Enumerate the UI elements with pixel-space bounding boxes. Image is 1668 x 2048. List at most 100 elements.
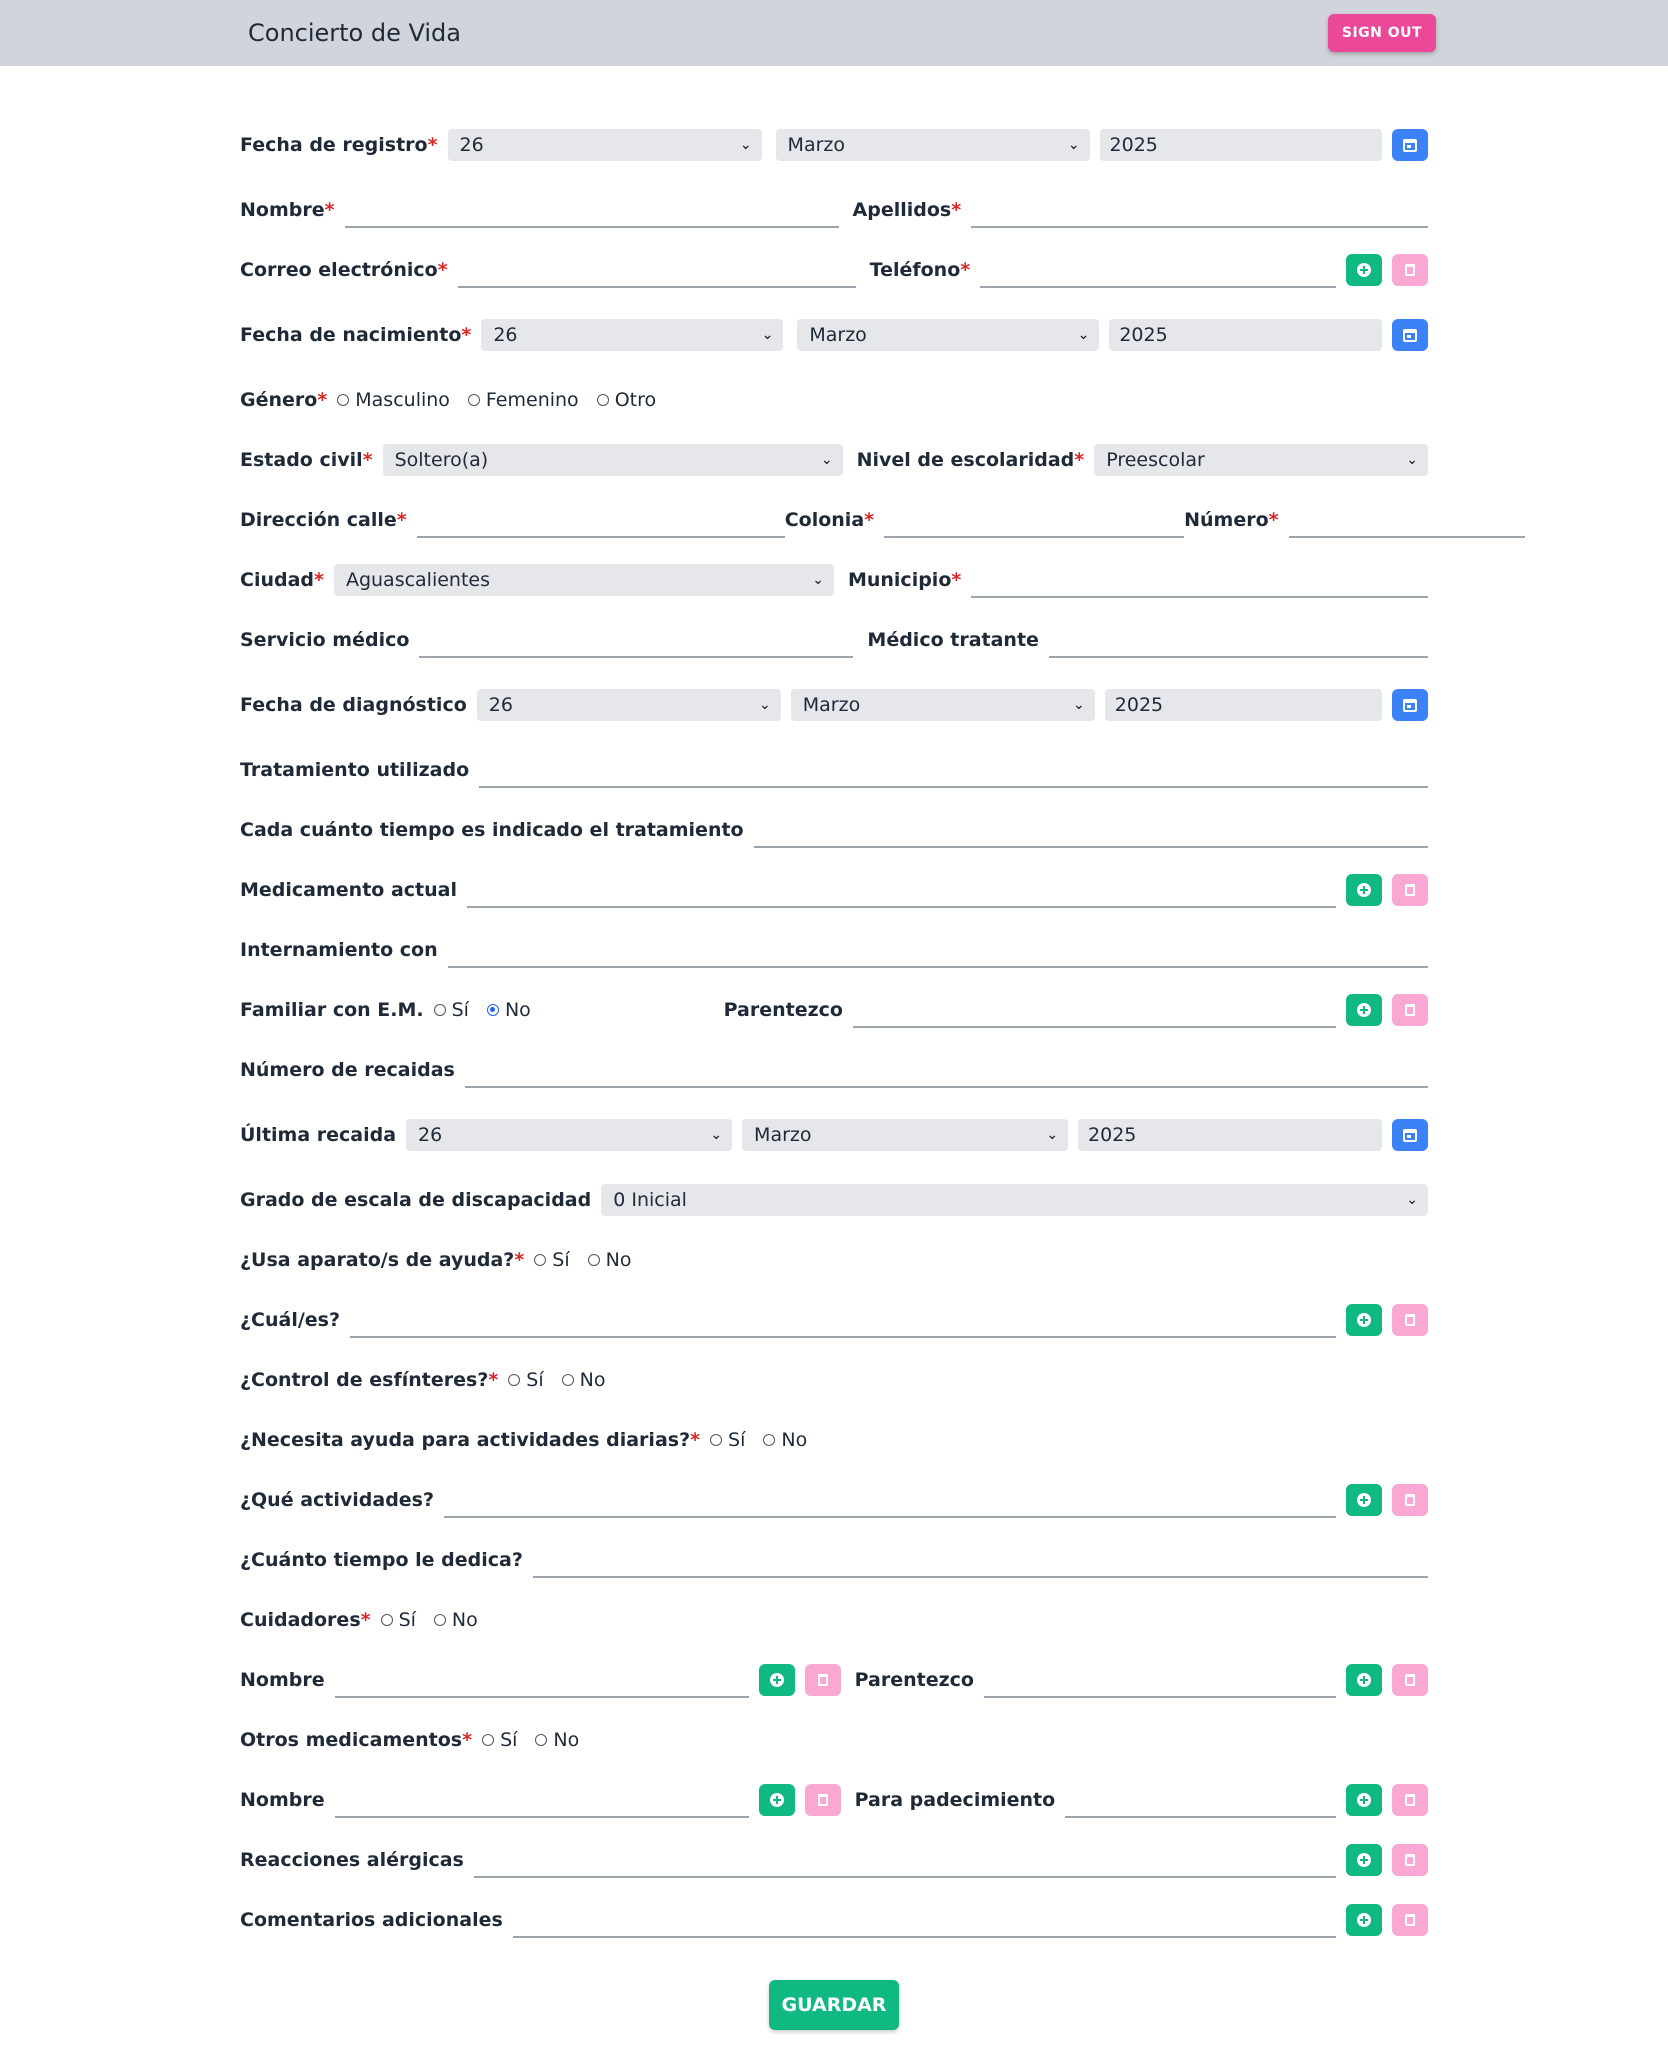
sign-out-button[interactable]: SIGN OUT [1328,14,1436,52]
calendar-icon [1403,1128,1417,1142]
calendar-button[interactable] [1392,319,1428,351]
fecha-nacimiento-year-input[interactable]: 2025 [1109,319,1382,351]
servicio-medico-input[interactable] [419,622,854,658]
plus-circle-icon [1357,1003,1371,1017]
internamiento-input[interactable] [447,932,1428,968]
medicamento-actual-input[interactable] [466,872,1336,908]
usa-aparato-no[interactable]: No [587,1249,631,1271]
tratamiento-input[interactable] [479,752,1428,788]
delete-padecimiento-button[interactable] [1392,1784,1428,1816]
fecha-diagnostico-day-select[interactable]: 26 ⌄ [476,689,781,721]
calendar-icon [1403,698,1417,712]
add-cuidador-parentezco-button[interactable] [1346,1664,1382,1696]
reacciones-input[interactable] [473,1842,1336,1878]
cuidadores-yes[interactable]: Sí [380,1609,416,1631]
add-cuales-button[interactable] [1346,1304,1382,1336]
escolaridad-select[interactable]: Preescolar ⌄ [1094,444,1428,476]
fecha-nacimiento-label: Fecha de nacimiento [240,324,462,346]
add-padecimiento-button[interactable] [1346,1784,1382,1816]
frecuencia-input[interactable] [753,812,1428,848]
delete-med-nombre-button[interactable] [804,1784,841,1816]
apellidos-input[interactable] [971,192,1428,228]
plus-circle-icon [1357,263,1371,277]
delete-actividad-button[interactable] [1392,1484,1428,1516]
add-med-nombre-button[interactable] [758,1784,795,1816]
calendar-button[interactable] [1392,129,1428,161]
comentarios-input[interactable] [512,1902,1336,1938]
ciudad-select[interactable]: Aguascalientes ⌄ [333,564,834,596]
municipio-label: Municipio [847,569,952,591]
cuidador-parentezco-input[interactable] [983,1662,1336,1698]
delete-cuales-button[interactable] [1392,1304,1428,1336]
add-reaccion-button[interactable] [1346,1844,1382,1876]
delete-cuidador-button[interactable] [804,1664,841,1696]
que-actividades-input[interactable] [444,1482,1336,1518]
cuidador-nombre-input[interactable] [334,1662,749,1698]
delete-cuidador-parentezco-button[interactable] [1392,1664,1428,1696]
cuidadores-no[interactable]: No [433,1609,478,1631]
fecha-nacimiento-day-select[interactable]: 26 ⌄ [481,319,784,351]
fecha-nacimiento-month-select[interactable]: Marzo ⌄ [797,319,1100,351]
parentezco-input[interactable] [852,992,1336,1028]
telefono-input[interactable] [980,252,1336,288]
genero-option-otro[interactable]: Otro [596,389,656,411]
correo-input[interactable] [457,252,856,288]
familiar-em-yes[interactable]: Sí [433,999,469,1021]
trash-icon [1405,884,1415,896]
recaidas-input[interactable] [464,1052,1428,1088]
ultima-recaida-month-select[interactable]: Marzo ⌄ [742,1119,1069,1151]
colonia-input[interactable] [884,502,1185,538]
plus-circle-icon [1357,1673,1371,1687]
trash-icon [1405,264,1415,276]
otros-medicamentos-no[interactable]: No [535,1729,579,1751]
delete-medicamento-button[interactable] [1392,874,1428,906]
ultima-recaida-day-select[interactable]: 26 ⌄ [406,1119,733,1151]
cuales-input[interactable] [349,1302,1336,1338]
otros-medicamentos-yes[interactable]: Sí [482,1729,517,1751]
delete-comentario-button[interactable] [1392,1904,1428,1936]
familiar-em-no[interactable]: No [486,999,531,1021]
usa-aparato-yes[interactable]: Sí [534,1249,570,1271]
radio-icon [710,1434,723,1446]
radio-icon [535,1734,548,1746]
save-button[interactable]: GUARDAR [769,1980,899,2030]
necesita-ayuda-yes[interactable]: Sí [710,1429,745,1451]
add-parentezco-button[interactable] [1346,994,1382,1026]
med-nombre-input[interactable] [334,1782,749,1818]
genero-option-femenino[interactable]: Femenino [467,389,579,411]
fecha-registro-year-input[interactable]: 2025 [1099,129,1382,161]
calendar-button[interactable] [1392,689,1428,721]
direccion-input[interactable] [416,502,785,538]
add-telefono-button[interactable] [1346,254,1382,286]
municipio-input[interactable] [971,562,1428,598]
numero-label: Número [1184,509,1269,531]
fecha-registro-day-select[interactable]: 26 ⌄ [447,129,762,161]
telefono-label: Teléfono [869,259,961,281]
radio-selected-icon [486,1004,499,1016]
add-medicamento-button[interactable] [1346,874,1382,906]
fecha-registro-month-select[interactable]: Marzo ⌄ [775,129,1090,161]
add-cuidador-button[interactable] [758,1664,795,1696]
fecha-diagnostico-month-select[interactable]: Marzo ⌄ [790,689,1095,721]
padecimiento-input[interactable] [1065,1782,1336,1818]
delete-parentezco-button[interactable] [1392,994,1428,1026]
estado-civil-select[interactable]: Soltero(a) ⌄ [382,444,843,476]
cuanto-tiempo-input[interactable] [532,1542,1428,1578]
add-actividad-button[interactable] [1346,1484,1382,1516]
chevron-down-icon: ⌄ [812,572,824,588]
necesita-ayuda-no[interactable]: No [763,1429,807,1451]
delete-telefono-button[interactable] [1392,254,1428,286]
fecha-diagnostico-year-input[interactable]: 2025 [1104,689,1382,721]
genero-option-masculino[interactable]: Masculino [337,389,450,411]
delete-reaccion-button[interactable] [1392,1844,1428,1876]
calendar-button[interactable] [1392,1119,1428,1151]
row-ultima-recaida: Última recaida 26 ⌄ Marzo ⌄ 2025 [240,1100,1428,1170]
control-no[interactable]: No [561,1369,605,1391]
add-comentario-button[interactable] [1346,1904,1382,1936]
control-yes[interactable]: Sí [508,1369,544,1391]
medico-tratante-input[interactable] [1048,622,1428,658]
numero-input[interactable] [1288,502,1525,538]
ultima-recaida-year-input[interactable]: 2025 [1078,1119,1382,1151]
grado-escala-select[interactable]: 0 Inicial ⌄ [601,1184,1428,1216]
nombre-input[interactable] [344,192,839,228]
